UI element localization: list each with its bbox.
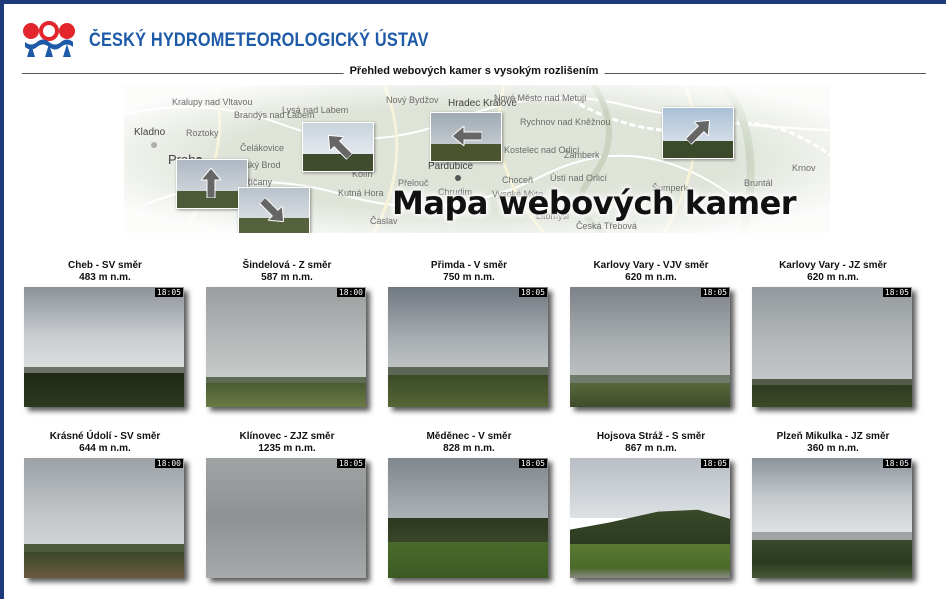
map-place: Kutná Hora [338,188,384,198]
camera-name: Cheb - SV směr [68,260,142,271]
camera-altitude: 483 m n.m. [79,272,131,283]
camera-image[interactable]: 18:05 [388,287,548,407]
camera-card[interactable]: Karlovy Vary - JZ směr 620 m n.m. 18:05 [752,260,914,407]
map-place: Žamberk [564,150,600,160]
map-place: Nové Město nad Metují [494,93,587,103]
camera-timestamp: 18:05 [154,288,183,297]
camera-timestamp: 18:05 [700,459,729,468]
direction-arrow-icon [201,168,221,198]
camera-name: Přimda - V směr [430,260,508,271]
camera-altitude: 1235 m n.m. [258,443,316,454]
map-place: Lysá nad Labem [282,105,349,115]
map-place: Česká Třebová [576,221,637,231]
section-divider: Přehled webových kamer s vysokým rozliše… [22,65,926,81]
map-place: Kladno [134,127,166,138]
map-camera-thumb[interactable] [662,107,734,159]
camera-card[interactable]: Krásné Údolí - SV směr 644 m n.m. 18:00 [24,431,186,578]
camera-image[interactable]: 18:05 [388,458,548,578]
camera-name: Hojsova Stráž - S směr [596,431,706,442]
camera-altitude: 750 m n.m. [443,272,495,283]
camera-image[interactable]: 18:05 [752,287,912,407]
org-title[interactable]: ČESKÝ HYDROMETEOROLOGICKÝ ÚSTAV [89,30,429,52]
camera-timestamp: 18:05 [882,459,911,468]
camera-timestamp: 18:00 [336,288,365,297]
camera-name: Plzeň Mikulka - JZ směr [776,431,890,442]
camera-card[interactable]: Měděnec - V směr 828 m n.m. 18:05 [388,431,550,578]
camera-name: Karlovy Vary - JZ směr [779,260,887,271]
camera-image[interactable]: 18:05 [570,458,730,578]
map-place: Pardubice [428,161,474,172]
direction-arrow-icon [452,126,482,146]
camera-name: Klínovec - ZJZ směr [239,431,335,442]
camera-timestamp: 18:05 [700,288,729,297]
camera-timestamp: 18:05 [336,459,365,468]
map-place: Roztoky [186,128,219,138]
map-place: Ústí nad Orlicí [550,173,608,183]
map-camera-thumb[interactable] [430,112,502,162]
section-title: Přehled webových kamer s vysokým rozliše… [343,65,605,77]
camera-card[interactable]: Přimda - V směr 750 m n.m. 18:05 [388,260,550,407]
camera-name: Měděnec - V směr [426,431,512,442]
camera-image[interactable]: 18:05 [206,458,366,578]
camera-altitude: 620 m n.m. [807,272,859,283]
camera-card[interactable]: Karlovy Vary - VJV směr 620 m n.m. 18:05 [570,260,732,407]
camera-image[interactable]: 18:05 [24,287,184,407]
camera-image[interactable]: 18:00 [206,287,366,407]
camera-card[interactable]: Cheb - SV směr 483 m n.m. 18:05 [24,260,186,407]
map-place: Čelákovice [240,143,285,153]
webcam-map-banner[interactable]: Kralupy nad Vltavou Brandýs nad Labem Ly… [124,85,830,233]
map-place: Nový Bydžov [386,95,439,105]
camera-altitude: 360 m n.m. [807,443,859,454]
camera-altitude: 620 m n.m. [625,272,677,283]
camera-name: Krásné Údolí - SV směr [49,431,161,442]
camera-image[interactable]: 18:00 [24,458,184,578]
camera-altitude: 644 m n.m. [79,443,131,454]
camera-timestamp: 18:00 [154,459,183,468]
map-camera-thumb[interactable] [238,187,310,233]
camera-card[interactable]: Šindelová - Z směr 587 m n.m. 18:00 [206,260,368,407]
camera-altitude: 867 m n.m. [625,443,677,454]
map-title: Mapa webových kamer [392,184,797,222]
map-place: Kralupy nad Vltavou [172,97,253,107]
camera-image[interactable]: 18:05 [570,287,730,407]
camera-name: Šindelová - Z směr [242,260,332,271]
map-place: Rychnov nad Kněžnou [520,117,611,127]
camera-card[interactable]: Hojsova Stráž - S směr 867 m n.m. 18:05 [570,431,732,578]
camera-altitude: 587 m n.m. [261,272,313,283]
camera-timestamp: 18:05 [518,459,547,468]
camera-card[interactable]: Plzeň Mikulka - JZ směr 360 m n.m. 18:05 [752,431,914,578]
camera-image[interactable]: 18:05 [752,458,912,578]
map-camera-thumb[interactable] [302,122,374,172]
chmi-logo[interactable] [22,20,76,58]
map-place: Říčany [244,177,273,187]
camera-name: Karlovy Vary - VJV směr [593,260,709,271]
map-place: Krnov [792,163,816,173]
camera-timestamp: 18:05 [882,288,911,297]
camera-altitude: 828 m n.m. [443,443,495,454]
camera-card[interactable]: Klínovec - ZJZ směr 1235 m n.m. 18:05 [206,431,368,578]
camera-timestamp: 18:05 [518,288,547,297]
